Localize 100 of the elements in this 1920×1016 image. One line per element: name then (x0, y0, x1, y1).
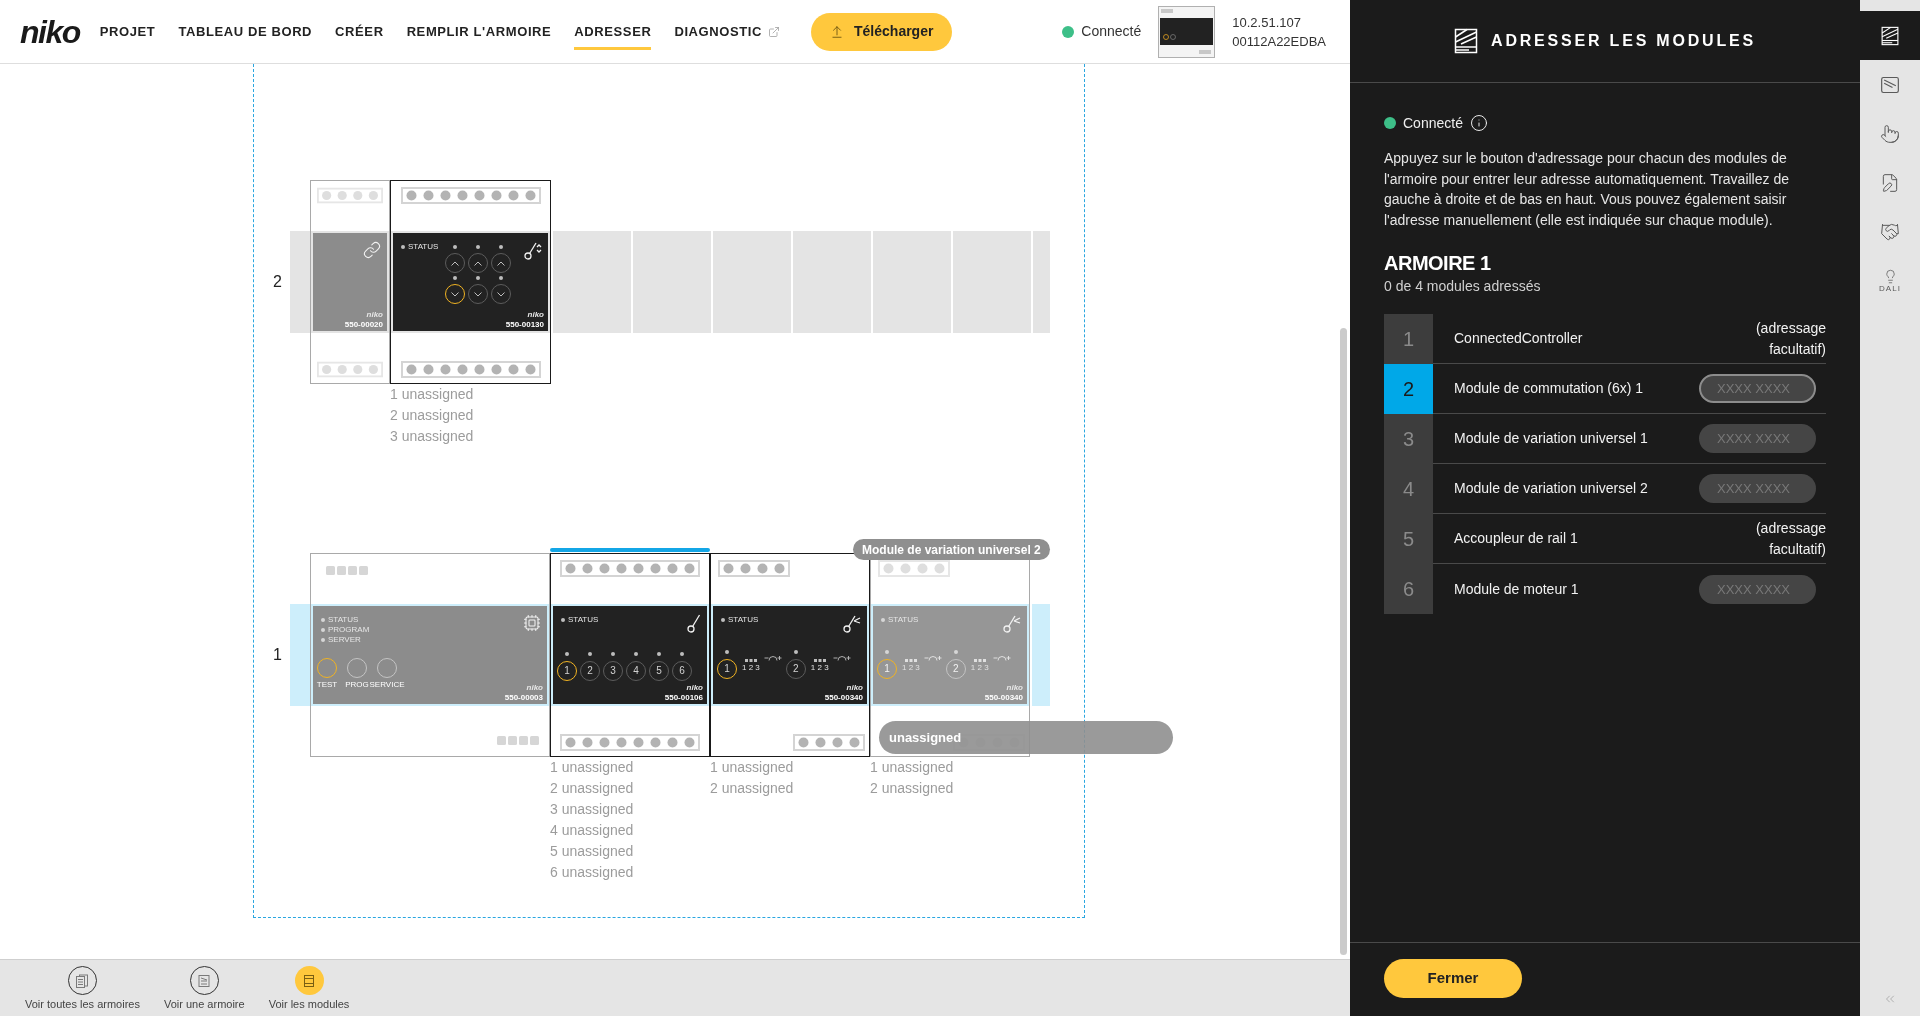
unassigned-label: 1 unassigned (710, 758, 795, 777)
handshake-icon (1880, 221, 1900, 242)
product-code: 550-00340 (824, 693, 863, 702)
cabinet-icon (1880, 74, 1900, 95)
scale-label: 1 2 3 (742, 663, 760, 672)
unassigned-label: 5 unassigned (550, 842, 635, 861)
ip-address: 10.2.51.107 (1232, 13, 1302, 32)
row-number: 3 (1384, 414, 1433, 465)
chevron-down-icon (474, 291, 482, 297)
shutter-symbol-icon (524, 241, 542, 260)
chevron-up-icon (474, 260, 482, 266)
terminals-drawing (497, 736, 539, 745)
led-icon (476, 276, 480, 280)
instructions-text: Appuyez sur le bouton d'adressage pour chacun des modules de l'armoire pour entrer leur adresse automatiquement. Travaillez de gauche à droite et de bas en haut. Vous pouvez également saisir l'adresse manuellement (elle est indiquée sur chaque module). (1384, 149, 1790, 230)
module-name: Accoupleur de rail 1 (1454, 529, 1578, 549)
led-icon (565, 652, 569, 656)
indicator-label: STATUS (408, 242, 439, 251)
chevrons-left-icon (1883, 992, 1897, 1006)
connection-status: Connecté (1403, 113, 1463, 133)
view-button[interactable]: Voir les modules (268, 966, 350, 1011)
nav-tab[interactable]: PROJET (99, 12, 156, 51)
indicator-label: STATUS (728, 615, 759, 624)
nav-tab[interactable]: TABLEAU DE BORD (178, 12, 313, 51)
chevron-down-icon (451, 291, 459, 297)
led-icon (321, 617, 325, 622)
scale-label: 1 2 3 (902, 663, 920, 672)
module-sheet-icon (1881, 25, 1899, 46)
logo[interactable]: niko (20, 15, 80, 48)
terminals-drawing (793, 734, 865, 751)
chevron-up-icon (451, 260, 459, 266)
level-leds-icon (744, 659, 757, 662)
module-name: Module de variation universel 1 (1454, 429, 1648, 449)
scale-label: 1 2 3 (810, 663, 829, 672)
scrollbar[interactable] (1340, 328, 1347, 955)
scale-label: 1 2 3 (970, 663, 989, 672)
product-code: 550-00020 (344, 320, 383, 329)
led-icon (453, 245, 457, 249)
side-tab[interactable]: DALI (1860, 256, 1920, 305)
brand-label: niko (366, 311, 383, 319)
info-icon[interactable] (1469, 114, 1488, 132)
led-icon (321, 637, 325, 642)
module-name: Module de moteur 1 (1454, 579, 1579, 599)
unassigned-label: 2 unassigned (390, 406, 475, 425)
product-code: 550-00340 (984, 693, 1023, 702)
mac-address: 00112A22EDBA (1232, 32, 1326, 51)
brand-label: niko (527, 311, 544, 319)
led-icon (499, 245, 503, 249)
indicator-label: STATUS (568, 615, 599, 624)
key-label: TEST (316, 680, 338, 689)
row-number: 6 (1384, 564, 1433, 615)
unassigned-label: 1 unassigned (390, 385, 475, 404)
led-icon (453, 276, 457, 280)
chevron-down-icon (497, 291, 505, 297)
nav-tab[interactable]: REMPLIR L'ARMOIRE (406, 12, 552, 51)
side-tab[interactable] (1860, 11, 1920, 60)
nav-tab[interactable]: ADRESSER (574, 12, 652, 51)
led-icon (953, 650, 958, 654)
chip-icon (523, 614, 541, 632)
progress-text: 0 de 4 modules adressés (1384, 277, 1542, 297)
terminals-drawing (718, 560, 790, 577)
unassigned-label: 2 unassigned (870, 779, 955, 798)
cabinet-number: 1 (273, 645, 282, 665)
indicator-label: SERVER (328, 635, 361, 644)
led-icon (881, 617, 885, 622)
led-icon (401, 244, 405, 249)
brand-label: niko (1006, 684, 1023, 692)
unassigned-label: 2 unassigned (550, 779, 635, 798)
close-button[interactable]: Fermer (1384, 959, 1522, 998)
product-code: 550-00106 (664, 693, 703, 702)
module-name: Module de commutation (6x) 1 (1454, 379, 1644, 399)
terminals-drawing (326, 566, 368, 575)
link-icon (363, 241, 381, 259)
row-number: 1 (1384, 314, 1433, 365)
row-number: 4 (1384, 464, 1433, 515)
unassigned-label: 3 unassigned (390, 427, 475, 446)
row-number: 5 (1384, 514, 1433, 565)
nav-tab[interactable]: DIAGNOSTIC (674, 12, 781, 51)
led-icon (657, 652, 661, 656)
optional-note: (adressage facultatif) (1754, 518, 1826, 559)
module-tooltip: Module de variation universel 2 (853, 539, 1050, 560)
view-button[interactable]: Voir une armoire (163, 966, 245, 1011)
unassigned-label: 1 unassigned (550, 758, 635, 777)
download-button[interactable]: Télécharger (811, 12, 953, 51)
upload-icon (830, 24, 845, 39)
unassigned-label: 1 unassigned (870, 758, 955, 777)
led-icon (561, 617, 565, 622)
optional-note: (adressage facultatif) (1754, 318, 1826, 359)
led-icon (721, 617, 725, 622)
row-number: 2 (1384, 364, 1433, 415)
product-code: 550-00003 (504, 693, 543, 702)
unassigned-label: 4 unassigned (550, 821, 635, 840)
file-edit-icon (1880, 172, 1900, 193)
led-icon (725, 650, 729, 654)
module-sheet-icon (1454, 28, 1479, 54)
device-drawing (1158, 5, 1216, 58)
led-icon (793, 650, 798, 654)
module-name: ConnectedController (1454, 329, 1583, 349)
view-button[interactable]: Voir toutes les armoires (25, 966, 140, 1011)
nav-tab[interactable]: CRÉER (335, 12, 384, 51)
dimmer-symbol-icon (843, 614, 861, 633)
